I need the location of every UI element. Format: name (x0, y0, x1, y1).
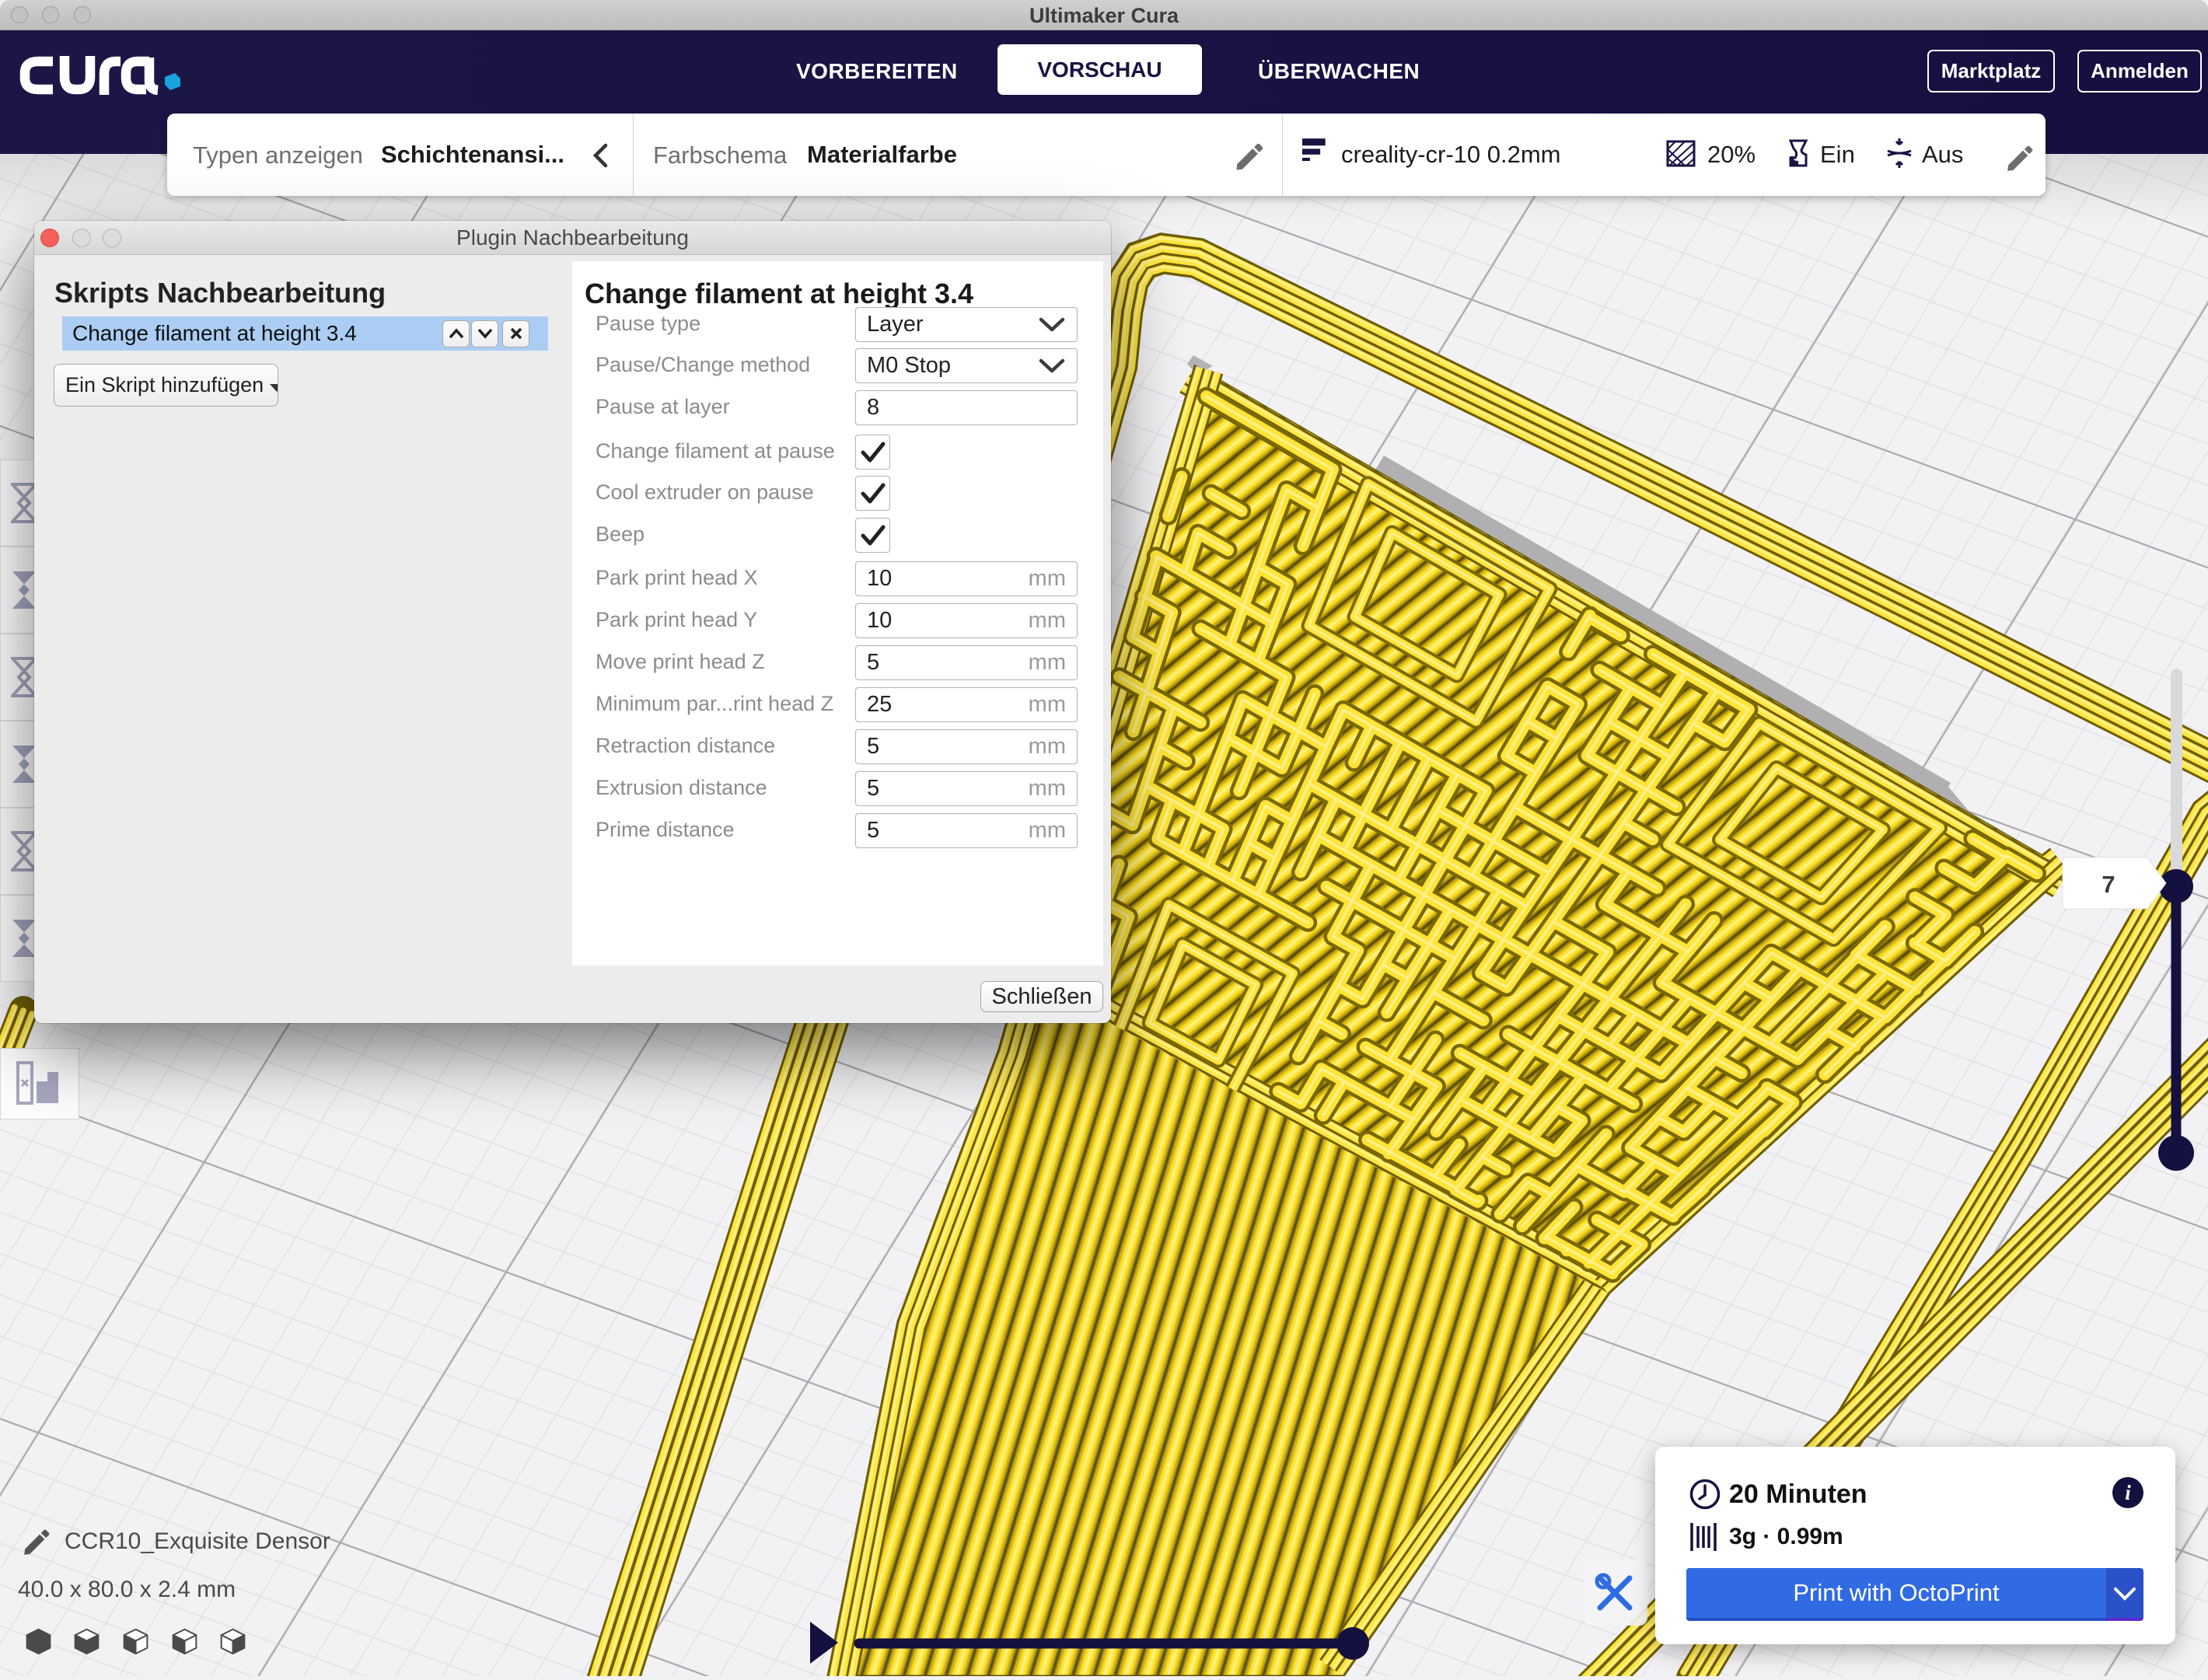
svg-text:7: 7 (2101, 871, 2115, 898)
